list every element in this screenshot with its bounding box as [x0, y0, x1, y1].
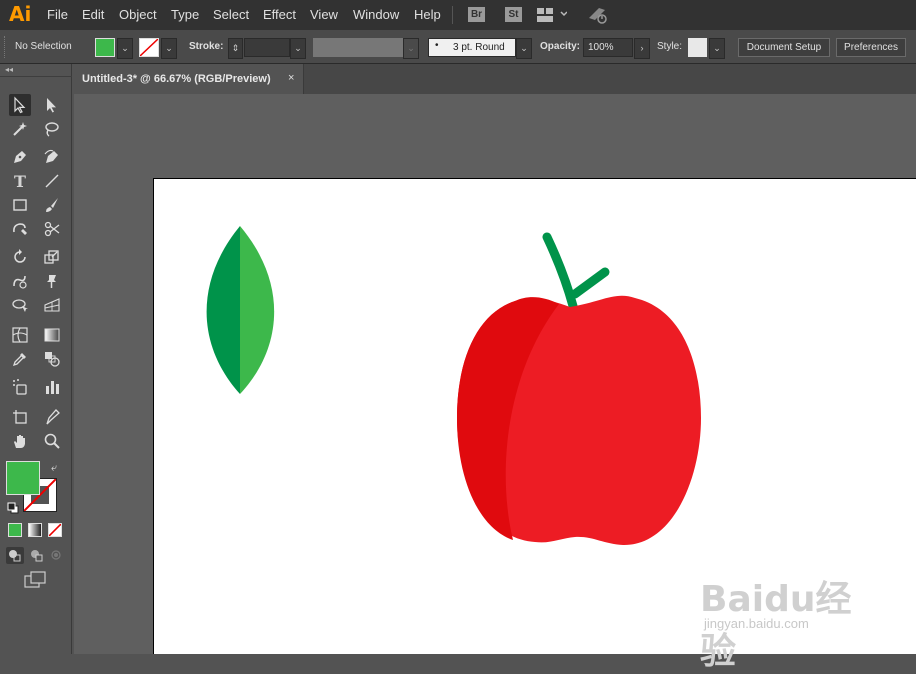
stroke-weight-stepper[interactable]: ⇕ — [228, 38, 243, 59]
slice-tool-icon[interactable] — [41, 406, 63, 428]
opacity-label: Opacity: — [540, 41, 581, 52]
menu-window[interactable]: Window — [353, 7, 399, 22]
apple-stem-branch[interactable] — [570, 267, 610, 299]
stroke-weight-dropdown[interactable]: ⌄ — [290, 38, 306, 59]
artboard-tool-icon[interactable] — [9, 406, 31, 428]
brush-dot-icon: • — [435, 40, 439, 51]
draw-normal-icon[interactable] — [6, 547, 24, 564]
fill-swatch[interactable] — [95, 38, 115, 57]
leaf-left-half[interactable] — [206, 226, 240, 394]
stroke-dropdown[interactable]: ⌄ — [161, 38, 177, 59]
bridge-button[interactable]: Br — [468, 7, 485, 22]
lasso-tool-icon[interactable] — [41, 118, 63, 140]
variable-width-profile[interactable] — [313, 38, 403, 57]
watermark-sub-text: jingyan.baidu.com — [704, 616, 809, 631]
curvature-tool-icon[interactable] — [41, 146, 63, 168]
menu-bar: Ai File Edit Object Type Select Effect V… — [0, 0, 916, 30]
menu-type[interactable]: Type — [171, 7, 199, 22]
draw-inside-icon[interactable] — [48, 547, 66, 569]
scale-tool-icon[interactable] — [41, 246, 63, 268]
control-bar: No Selection ⌄ ⌄ Stroke: ⇕ ⌄ ⌄ • 3 pt. R… — [0, 30, 916, 64]
app-logo: Ai — [9, 2, 32, 26]
menu-divider — [452, 6, 453, 24]
variable-width-dropdown[interactable]: ⌄ — [403, 38, 419, 59]
stroke-label: Stroke: — [189, 41, 224, 52]
warp-tool-icon[interactable] — [9, 270, 31, 292]
fill-color-box[interactable] — [6, 461, 40, 495]
brush-label: 3 pt. Round — [453, 42, 505, 53]
opacity-arrow[interactable]: › — [634, 38, 650, 59]
pen-tool-icon[interactable] — [9, 146, 31, 168]
menu-file[interactable]: File — [47, 7, 68, 22]
menu-help[interactable]: Help — [414, 7, 441, 22]
hand-tool-icon[interactable] — [9, 430, 31, 452]
collapse-panel-icon[interactable]: ◂◂ — [5, 65, 13, 74]
fill-dropdown[interactable]: ⌄ — [117, 38, 133, 59]
none-mode-icon[interactable] — [48, 523, 62, 537]
blend-tool-icon[interactable] — [41, 348, 63, 370]
document-tab-bar: Untitled-3* @ 66.67% (RGB/Preview) × — [74, 64, 916, 94]
direct-selection-tool-icon[interactable] — [41, 94, 63, 116]
preferences-button[interactable]: Preferences — [836, 38, 906, 57]
brush-definition[interactable]: • 3 pt. Round — [428, 38, 516, 57]
eyedropper-tool-icon[interactable] — [9, 348, 31, 370]
stock-button[interactable]: St — [505, 7, 522, 22]
rotate-tool-icon[interactable] — [9, 246, 31, 268]
stroke-swatch[interactable] — [139, 38, 159, 57]
column-graph-tool-icon[interactable] — [41, 376, 63, 398]
document-setup-button[interactable]: Document Setup — [738, 38, 830, 57]
control-bar-grip[interactable] — [4, 36, 7, 58]
workspace-layout-icon[interactable] — [537, 8, 568, 27]
default-fill-stroke-icon[interactable] — [7, 501, 19, 519]
zoom-tool-icon[interactable] — [41, 430, 63, 452]
baidu-watermark: Baidu经验 jingyan.baidu.com — [700, 570, 870, 672]
perspective-grid-tool-icon[interactable] — [41, 294, 63, 316]
symbol-sprayer-tool-icon[interactable] — [9, 376, 31, 398]
menu-view[interactable]: View — [310, 7, 338, 22]
leaf-right-half[interactable] — [240, 226, 275, 394]
gradient-tool-icon[interactable] — [41, 324, 63, 346]
document-tab[interactable]: Untitled-3* @ 66.67% (RGB/Preview) × — [74, 64, 304, 94]
magic-wand-tool-icon[interactable] — [9, 118, 31, 140]
gradient-mode-icon[interactable] — [28, 523, 42, 537]
menu-effect[interactable]: Effect — [263, 7, 296, 22]
menu-select[interactable]: Select — [213, 7, 249, 22]
type-tool-icon[interactable]: T — [9, 170, 31, 192]
puppet-warp-tool-icon[interactable] — [41, 270, 63, 292]
brush-dropdown[interactable]: ⌄ — [516, 38, 532, 59]
shape-builder-tool-icon[interactable] — [9, 294, 31, 316]
menu-edit[interactable]: Edit — [82, 7, 104, 22]
panel-divider — [0, 76, 72, 77]
gpu-performance-icon[interactable] — [587, 6, 609, 29]
paintbrush-tool-icon[interactable] — [41, 194, 63, 216]
selection-tool-icon[interactable] — [9, 94, 31, 116]
document-tab-title: Untitled-3* @ 66.67% (RGB/Preview) — [82, 73, 271, 85]
color-mode-icon[interactable] — [8, 523, 22, 537]
screen-mode-icon[interactable] — [24, 571, 48, 594]
tools-panel: ◂◂ T ⤶ — [0, 64, 72, 654]
shaper-tool-icon[interactable] — [9, 218, 31, 240]
swap-fill-stroke-icon[interactable]: ⤶ — [51, 462, 57, 475]
apple-stem[interactable] — [542, 232, 578, 311]
opacity-input[interactable]: 100% — [583, 38, 633, 57]
style-label: Style: — [657, 41, 683, 52]
draw-behind-icon[interactable] — [28, 547, 46, 569]
scissors-tool-icon[interactable] — [41, 218, 63, 240]
mesh-tool-icon[interactable] — [9, 324, 31, 346]
close-icon[interactable]: × — [288, 72, 294, 84]
line-segment-tool-icon[interactable] — [41, 170, 63, 192]
menu-object[interactable]: Object — [119, 7, 157, 22]
style-dropdown[interactable]: ⌄ — [709, 38, 725, 59]
selection-status: No Selection — [15, 41, 72, 52]
style-swatch[interactable] — [688, 38, 707, 57]
stroke-weight-input[interactable] — [244, 38, 290, 57]
rectangle-tool-icon[interactable] — [9, 194, 31, 216]
